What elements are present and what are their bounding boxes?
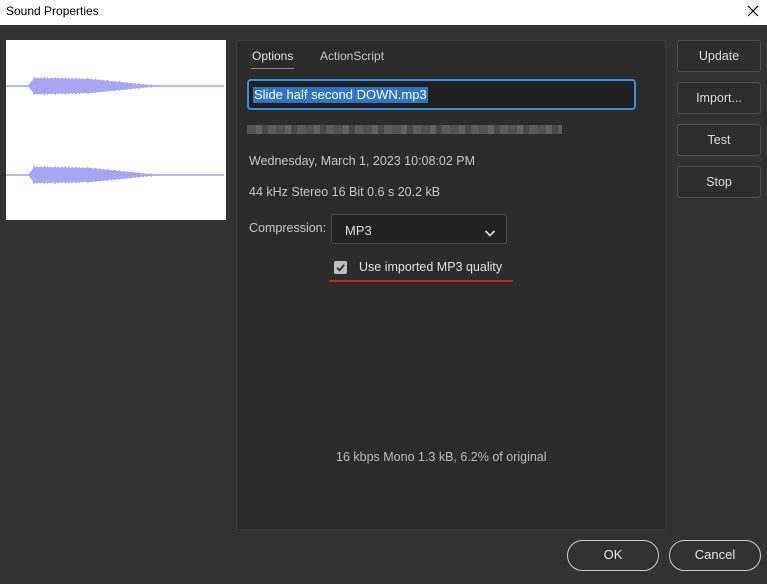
ok-button[interactable]: OK <box>567 540 659 571</box>
tab-actionscript-label: ActionScript <box>320 49 385 63</box>
tab-actionscript[interactable]: ActionScript <box>320 49 384 63</box>
update-button[interactable]: Update <box>677 40 761 72</box>
import-button[interactable]: Import... <box>677 82 761 114</box>
waveform-preview <box>6 40 226 220</box>
cancel-button[interactable]: Cancel <box>669 540 761 571</box>
filename-text: Slide half second DOWN.mp3 <box>253 87 428 103</box>
file-path-redacted <box>247 125 562 134</box>
stop-button[interactable]: Stop <box>677 166 761 198</box>
options-panel: Options ActionScript Slide half second D… <box>236 40 666 530</box>
close-icon[interactable] <box>743 1 763 21</box>
window-title: Sound Properties <box>6 4 99 18</box>
test-button[interactable]: Test <box>677 124 761 156</box>
compression-summary: 16 kbps Mono 1.3 kB, 6.2% of original <box>336 450 547 464</box>
annotation-underline <box>329 280 513 282</box>
compression-value: MP3 <box>345 223 372 238</box>
file-date: Wednesday, March 1, 2023 10:08:02 PM <box>249 154 476 168</box>
title-bar: Sound Properties <box>0 0 767 25</box>
compression-select[interactable]: MP3 <box>331 214 507 244</box>
tab-options[interactable]: Options <box>251 49 295 69</box>
mp3-quality-checkbox[interactable] <box>334 261 347 274</box>
filename-input[interactable]: Slide half second DOWN.mp3 <box>247 79 636 110</box>
tab-options-label: Options <box>252 49 294 63</box>
compression-label: Compression: <box>249 221 327 235</box>
chevron-down-icon <box>484 225 496 237</box>
file-format: 44 kHz Stereo 16 Bit 0.6 s 20.2 kB <box>249 185 441 199</box>
mp3-quality-label[interactable]: Use imported MP3 quality <box>359 260 502 274</box>
active-tab-underline <box>251 68 295 69</box>
